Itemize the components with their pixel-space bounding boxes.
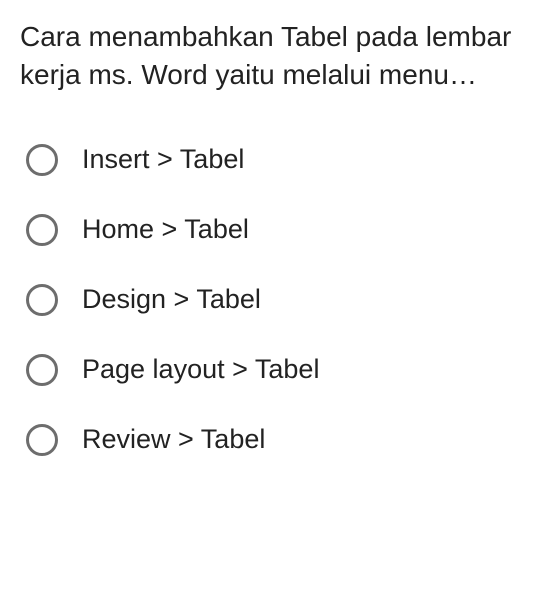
option-label: Home > Tabel [82, 214, 249, 245]
option-page-layout-tabel[interactable]: Page layout > Tabel [26, 354, 519, 386]
radio-icon [26, 214, 58, 246]
option-design-tabel[interactable]: Design > Tabel [26, 284, 519, 316]
option-label: Page layout > Tabel [82, 354, 319, 385]
radio-icon [26, 424, 58, 456]
question-text: Cara menambahkan Tabel pada lembar kerja… [20, 18, 519, 94]
radio-icon [26, 284, 58, 316]
options-list: Insert > Tabel Home > Tabel Design > Tab… [20, 144, 519, 456]
option-home-tabel[interactable]: Home > Tabel [26, 214, 519, 246]
option-review-tabel[interactable]: Review > Tabel [26, 424, 519, 456]
radio-icon [26, 144, 58, 176]
option-label: Insert > Tabel [82, 144, 244, 175]
radio-icon [26, 354, 58, 386]
option-label: Review > Tabel [82, 424, 265, 455]
option-insert-tabel[interactable]: Insert > Tabel [26, 144, 519, 176]
option-label: Design > Tabel [82, 284, 261, 315]
